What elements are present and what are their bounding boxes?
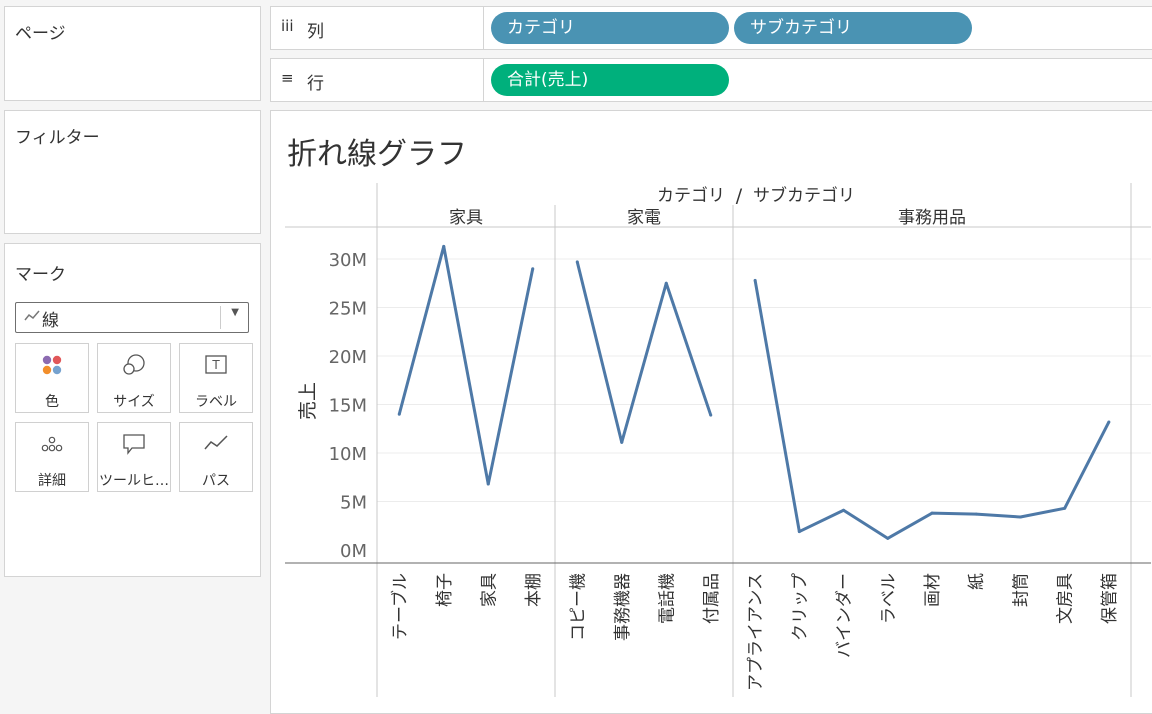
x-tick-label: 封筒 [1011, 573, 1031, 607]
dropdown-divider [220, 306, 221, 329]
line-chart[interactable]: カテゴリ / サブカテゴリ 0M5M10M15M20M25M30M売上家具テーブ… [271, 111, 1151, 713]
x-tick-label: テーブル [389, 573, 410, 640]
tooltip-button-label: ツールヒ… [99, 473, 169, 489]
data-point [397, 412, 401, 416]
svg-text:T: T [211, 358, 220, 372]
shelf-divider [483, 59, 484, 101]
mark-type-dropdown[interactable]: 線 ▼ [15, 302, 249, 333]
y-tick-label: 25M [329, 299, 367, 320]
pane-header-label: 家具 [449, 208, 483, 228]
x-tick-label: ラベル [879, 573, 899, 624]
y-axis-label: 売上 [297, 382, 319, 420]
category-pill[interactable]: カテゴリ [491, 12, 729, 44]
tooltip-button[interactable]: ツールヒ… [97, 422, 171, 492]
sum-sales-pill[interactable]: 合計(売上) [491, 64, 729, 96]
data-point [753, 278, 757, 282]
size-button[interactable]: サイズ [97, 343, 171, 413]
data-point [886, 536, 890, 540]
data-point [1018, 515, 1022, 519]
data-point [442, 244, 446, 248]
label-button-label: ラベル [195, 394, 237, 410]
y-tick-label: 0M [340, 541, 367, 562]
y-tick-label: 10M [329, 444, 367, 465]
pages-panel[interactable]: ページ [4, 6, 261, 101]
y-tick-label: 15M [329, 396, 367, 417]
rows-icon: ≡ [281, 69, 294, 87]
rows-shelf-label: 行 [307, 74, 324, 94]
header-category-label: カテゴリ [657, 185, 725, 206]
rows-shelf[interactable]: ≡ 行 合計(売上) [270, 58, 1152, 102]
x-tick-label: コピー機 [568, 573, 588, 641]
detail-dots-icon [16, 431, 88, 459]
x-tick-label: 画材 [923, 573, 943, 607]
columns-shelf-label: 列 [307, 22, 324, 42]
text-label-icon: T [180, 352, 252, 380]
label-button[interactable]: T ラベル [179, 343, 253, 413]
y-tick-label: 5M [340, 493, 367, 514]
size-button-label: サイズ [113, 394, 155, 410]
data-point [842, 508, 846, 512]
series-line-事務用品 [753, 280, 1111, 540]
x-tick-label: 付属品 [702, 573, 722, 624]
mark-type-value: 線 [42, 311, 59, 331]
series-line-家電 [575, 261, 713, 444]
path-button-label: パス [202, 473, 230, 489]
marks-panel: マーク 線 ▼ 色 サイズ T ラベル 詳細 ツールヒ… パス [4, 243, 261, 577]
pages-panel-title: ページ [15, 24, 66, 44]
color-button-label: 色 [45, 394, 59, 410]
data-point [1063, 506, 1067, 510]
filters-panel-title: フィルター [15, 128, 100, 148]
detail-button-label: 詳細 [38, 473, 66, 489]
data-point [709, 413, 713, 417]
x-tick-label: 椅子 [435, 573, 455, 607]
x-tick-label: クリップ [790, 573, 810, 641]
header-separator: / [736, 185, 743, 207]
data-point [486, 482, 490, 486]
data-point [575, 260, 579, 264]
y-tick-label: 30M [329, 250, 367, 271]
header-subcategory-label: サブカテゴリ [753, 185, 855, 206]
line-mark-icon [24, 306, 40, 330]
x-tick-label: 電話機 [657, 573, 677, 624]
pane-header-label: 事務用品 [898, 208, 966, 228]
worksheet-view[interactable]: 折れ線グラフ カテゴリ / サブカテゴリ 0M 5M 10M 15M 20M 25M 30M… [270, 110, 1152, 714]
data-point [620, 440, 624, 444]
subcategory-pill[interactable]: サブカテゴリ [734, 12, 972, 44]
pane-header-label: 家電 [627, 208, 661, 228]
tooltip-bubble-icon [98, 431, 170, 459]
x-tick-label: 保管箱 [1100, 573, 1120, 624]
columns-shelf[interactable]: iii 列 カテゴリ サブカテゴリ [270, 6, 1152, 50]
color-dots-icon [16, 352, 88, 380]
x-tick-label: アプライアンス [746, 573, 766, 691]
data-point [797, 530, 801, 534]
x-tick-label: 本棚 [524, 573, 544, 607]
x-tick-label: 紙 [967, 573, 987, 590]
x-tick-label: 家具 [479, 573, 499, 607]
data-point [664, 281, 668, 285]
path-button[interactable]: パス [179, 422, 253, 492]
data-point [531, 267, 535, 271]
x-tick-label: 事務機器 [613, 573, 633, 641]
filters-panel[interactable]: フィルター [4, 110, 261, 234]
shelf-divider [483, 7, 484, 49]
data-point [1107, 420, 1111, 424]
chevron-down-icon[interactable]: ▼ [231, 307, 239, 318]
x-tick-label: 文房具 [1056, 573, 1076, 624]
data-point [930, 511, 934, 515]
x-tick-label: バインダー [835, 573, 855, 658]
marks-panel-title: マーク [15, 265, 66, 285]
size-circles-icon [98, 352, 170, 380]
columns-icon: iii [281, 17, 294, 35]
y-tick-label: 20M [329, 347, 367, 368]
series-line-家具 [397, 244, 535, 486]
detail-button[interactable]: 詳細 [15, 422, 89, 492]
data-point [974, 512, 978, 516]
color-button[interactable]: 色 [15, 343, 89, 413]
path-line-icon [180, 431, 252, 459]
